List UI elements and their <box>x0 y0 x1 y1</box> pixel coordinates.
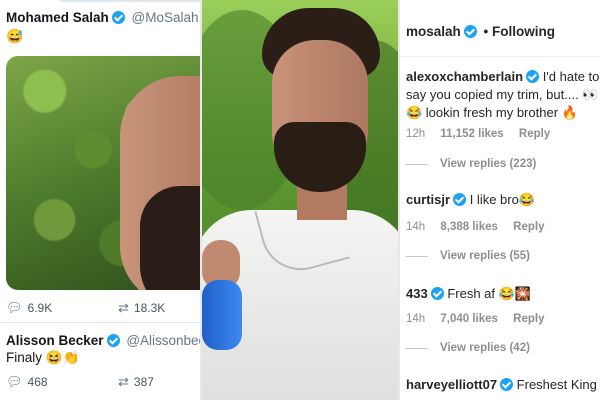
view-replies-label: View replies (223) <box>440 158 537 170</box>
retweet-action[interactable]: ⇄ 18.3K <box>118 300 165 316</box>
verified-badge-icon <box>500 378 514 391</box>
tweet-author-name[interactable]: Mohamed Salah <box>6 10 109 25</box>
selfie-photo <box>202 0 398 400</box>
comment-text: I like bro😂 <box>469 192 536 207</box>
reply-count: 468 <box>27 375 48 389</box>
view-replies-link[interactable]: View replies (42) <box>406 342 530 354</box>
reply-count: 6.9K <box>27 301 53 315</box>
comment-time: 14h <box>406 313 426 325</box>
tweet-author-handle[interactable]: @MoSalah <box>132 10 199 25</box>
reply-link[interactable]: Reply <box>519 128 550 140</box>
tweet-header: Mohamed Salah @MoSalah <box>6 10 200 25</box>
post-header: mosalah • Following <box>406 24 555 39</box>
verified-badge-icon <box>453 193 467 206</box>
replies-dash <box>406 255 428 257</box>
following-button[interactable]: • Following <box>484 24 555 39</box>
tweet-stats: 💬︎ 6.9K ⇄ 18.3K <box>6 300 165 316</box>
twitter-panel: Mohamed Salah @MoSalah 😅 💬︎ 6.9K ⇄ 18.3K… <box>0 0 200 400</box>
comment-username[interactable]: curtisjr <box>406 192 450 207</box>
verified-badge-icon <box>111 11 125 24</box>
reply-bubble-icon: 💬︎ <box>6 300 23 315</box>
comment-time: 12h <box>406 128 426 140</box>
replies-dash <box>406 347 428 349</box>
reply-text: Finaly 😆👏 <box>6 350 80 365</box>
reply-header: Alisson Becker @Alissonbeck <box>6 333 200 348</box>
comment-likes[interactable]: 7,040 likes <box>440 313 498 325</box>
comment-text: Freshest King <box>516 377 597 392</box>
retweet-icon: ⇄ <box>118 300 129 315</box>
post-username[interactable]: mosalah <box>406 24 461 39</box>
view-replies-link[interactable]: View replies (55) <box>406 250 530 262</box>
comment-likes[interactable]: 8,388 likes <box>440 221 498 233</box>
instagram-panel: mosalah • Following alexoxchamberlain I'… <box>400 0 600 400</box>
reply-stats: 💬︎ 468 ⇄ 387 <box>6 374 154 390</box>
reply-action[interactable]: 💬︎ 468 <box>6 374 48 390</box>
verified-badge-icon <box>106 334 120 347</box>
comment-meta: 12h 11,152 likes Reply <box>406 128 562 140</box>
comment-username[interactable]: harveyelliott07 <box>406 377 497 392</box>
reply-link[interactable]: Reply <box>513 221 544 233</box>
reply-link[interactable]: Reply <box>513 313 544 325</box>
replies-dash <box>406 163 428 165</box>
tweet-text: 😅 <box>6 28 24 44</box>
comment-meta: 14h 8,388 likes Reply <box>406 221 556 233</box>
comment-text: Fresh af 😂🎇 <box>447 286 531 301</box>
tweet-media-image[interactable] <box>6 56 200 290</box>
comment-meta: 14h 7,040 likes Reply <box>406 313 556 325</box>
comment-time: 14h <box>406 221 426 233</box>
reply-bubble-icon: 💬︎ <box>6 374 23 389</box>
divider <box>400 56 600 57</box>
comment-username[interactable]: 433 <box>406 286 428 301</box>
verified-badge-icon <box>430 287 444 300</box>
comment-username[interactable]: alexoxchamberlain <box>406 69 523 84</box>
comment-likes[interactable]: 11,152 likes <box>440 128 503 140</box>
view-replies-label: View replies (55) <box>440 250 530 262</box>
verified-badge-icon <box>526 70 540 83</box>
reply-action[interactable]: 💬︎ 6.9K <box>6 300 52 316</box>
retweet-count: 18.3K <box>133 301 166 315</box>
retweet-action[interactable]: ⇄ 387 <box>118 374 154 390</box>
reply-author-handle[interactable]: @Alissonbeck <box>126 333 200 348</box>
view-replies-link[interactable]: View replies (223) <box>406 158 536 170</box>
divider <box>0 322 200 323</box>
view-replies-label: View replies (42) <box>440 342 530 354</box>
retweet-count: 387 <box>133 375 154 389</box>
comment: curtisjr I like bro😂 <box>406 191 600 209</box>
retweet-icon: ⇄ <box>118 374 129 389</box>
comment: 433 Fresh af 😂🎇 <box>406 285 600 303</box>
reply-author-name[interactable]: Alisson Becker <box>6 333 104 348</box>
comment: harveyelliott07 Freshest King <box>406 376 600 394</box>
top-border <box>60 0 200 2</box>
verified-badge-icon <box>463 25 477 38</box>
comment: alexoxchamberlain I'd hate to say you co… <box>406 68 600 122</box>
